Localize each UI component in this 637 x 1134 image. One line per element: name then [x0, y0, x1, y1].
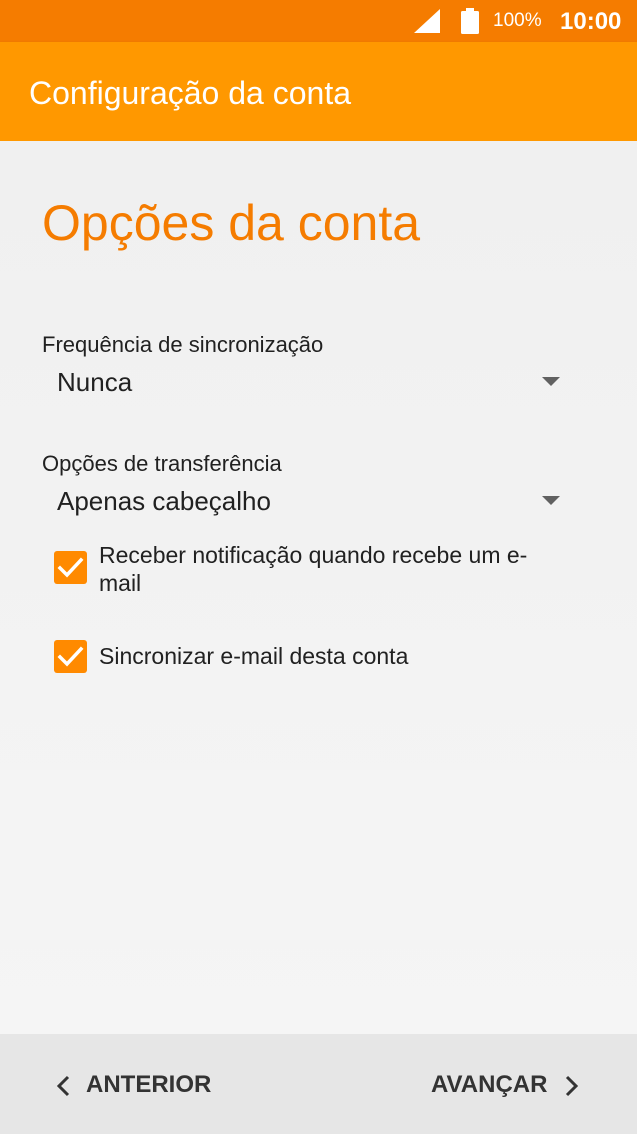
sync-frequency-label: Frequência de sincronização: [42, 332, 324, 357]
status-clock: 10:00: [560, 8, 622, 35]
previous-button-label: ANTERIOR: [86, 1071, 212, 1098]
app-bar: Configuração da conta: [0, 42, 637, 141]
sync-email-checkbox-label: Sincronizar e-mail desta conta: [99, 643, 409, 669]
dropdown-arrow-icon: [542, 496, 560, 505]
checkmark-icon: [57, 557, 84, 578]
next-button[interactable]: AVANÇAR: [428, 1066, 588, 1106]
battery-full-icon: [461, 8, 479, 34]
sync-frequency-dropdown[interactable]: Nunca: [42, 358, 582, 406]
sync-frequency-value: Nunca: [57, 367, 133, 397]
cell-signal-icon: [414, 9, 440, 33]
transfer-options-dropdown[interactable]: Apenas cabeçalho: [42, 477, 582, 525]
chevron-right-icon: [565, 1075, 579, 1097]
previous-button[interactable]: ANTERIOR: [54, 1066, 224, 1106]
checkmark-icon: [57, 646, 84, 667]
account-options-content: Opções da conta Frequência de sincroniza…: [0, 141, 637, 1034]
transfer-options-label: Opções de transferência: [42, 451, 282, 476]
dropdown-arrow-icon: [542, 377, 560, 386]
status-bar: 100% 10:00: [0, 0, 637, 42]
chevron-left-icon: [56, 1075, 70, 1097]
notify-checkbox-row[interactable]: Receber notificação quando recebe um e-m…: [54, 542, 574, 607]
next-button-label: AVANÇAR: [431, 1071, 548, 1098]
transfer-options-value: Apenas cabeçalho: [57, 486, 271, 516]
sync-email-checkbox[interactable]: [54, 640, 87, 673]
page-title: Opções da conta: [42, 195, 421, 251]
bottom-nav-bar: ANTERIOR AVANÇAR: [0, 1034, 637, 1134]
sync-email-checkbox-row[interactable]: Sincronizar e-mail desta conta: [54, 640, 574, 674]
notify-checkbox-label: Receber notificação quando recebe um e-m…: [99, 542, 528, 596]
battery-percentage: 100%: [493, 10, 542, 31]
notify-checkbox[interactable]: [54, 551, 87, 584]
app-bar-title: Configuração da conta: [29, 75, 351, 111]
